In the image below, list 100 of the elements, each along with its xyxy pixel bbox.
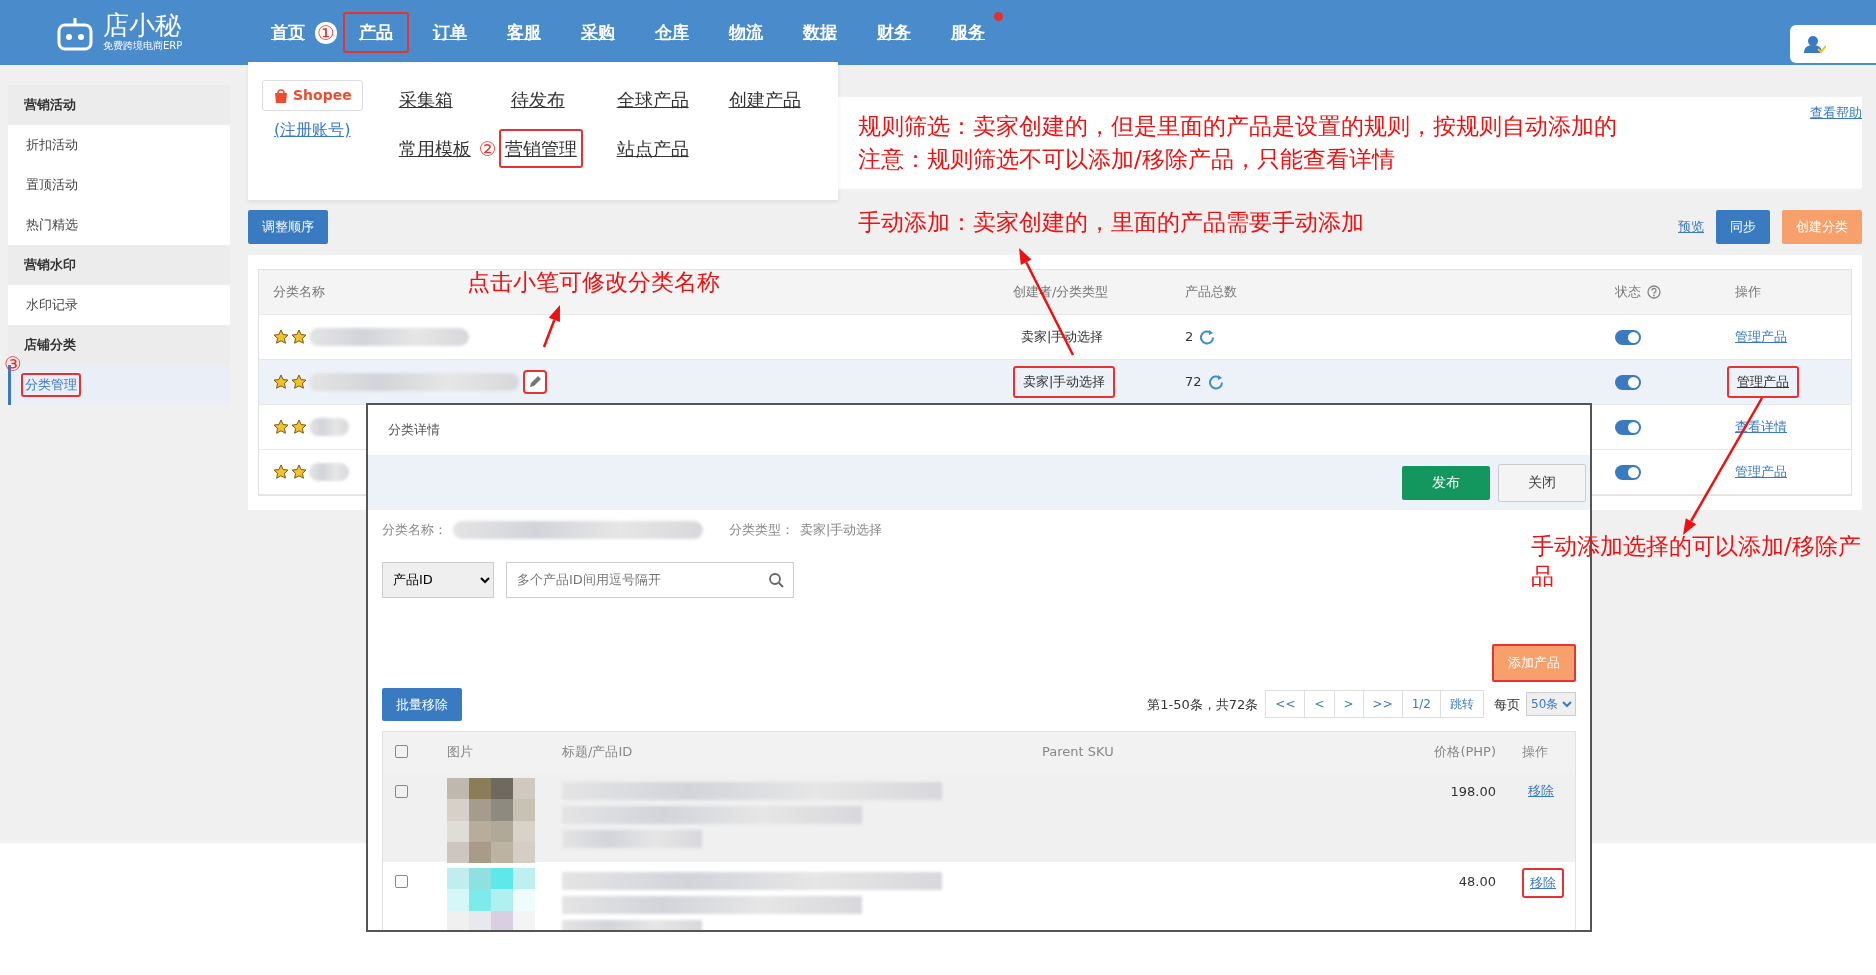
- reorder-button[interactable]: 调整顺序: [248, 210, 328, 244]
- publish-button[interactable]: 发布: [1402, 465, 1490, 500]
- star-icon: [291, 464, 307, 480]
- menu-item[interactable]: 站点产品: [610, 129, 695, 168]
- pagination-button[interactable]: 1/2: [1401, 690, 1441, 719]
- remove-link[interactable]: 移除: [1522, 778, 1560, 804]
- star-icon: [291, 374, 307, 390]
- help-link[interactable]: 查看帮助: [1810, 103, 1862, 123]
- user-icon: [1804, 34, 1826, 53]
- menu-item[interactable]: 全球产品: [610, 80, 695, 119]
- menu-item[interactable]: 营销管理: [498, 129, 583, 168]
- star-icon: [291, 329, 307, 345]
- select-all-checkbox[interactable]: [395, 745, 408, 758]
- pagination-button[interactable]: 跳转: [1440, 690, 1484, 719]
- dialog-title: 分类详情: [387, 421, 441, 440]
- sync-button[interactable]: 同步: [1716, 210, 1770, 244]
- column-header: Parent SKU: [1042, 743, 1114, 761]
- toggle-switch[interactable]: [1615, 419, 1641, 435]
- action-link[interactable]: 管理产品: [1727, 458, 1795, 486]
- refresh-icon[interactable]: [1207, 374, 1224, 390]
- logo-subtitle: 免费跨境电商ERP: [103, 39, 183, 53]
- annotation-arrow: [542, 305, 560, 348]
- pencil-icon[interactable]: [523, 370, 547, 394]
- field-label: 分类类型：: [729, 521, 794, 539]
- menu-item[interactable]: 采集箱: [392, 80, 459, 119]
- column-header: 价格(PHP): [1434, 743, 1496, 761]
- toggle-switch[interactable]: [1615, 329, 1641, 345]
- column-header: 状态: [1615, 283, 1641, 302]
- batch-remove-button[interactable]: 批量移除: [382, 687, 462, 721]
- pagination-button[interactable]: <<: [1265, 690, 1306, 719]
- star-icon: [273, 419, 289, 435]
- column-header: 产品总数: [1185, 283, 1237, 302]
- row-checkbox[interactable]: [395, 785, 408, 798]
- column-header: 分类名称: [273, 283, 325, 302]
- category-type: 卖家|手动选择: [800, 521, 883, 539]
- price: 48.00: [1458, 873, 1496, 891]
- close-button[interactable]: 关闭: [1498, 463, 1586, 502]
- search-field[interactable]: 多个产品ID间用逗号隔开: [506, 561, 794, 598]
- nav-link[interactable]: 采购: [564, 11, 631, 54]
- pagination-button[interactable]: >>: [1362, 690, 1403, 719]
- star-icon: [291, 419, 307, 435]
- column-header: 标题/产品ID: [562, 743, 633, 761]
- pagination-button[interactable]: <: [1304, 690, 1335, 719]
- search-icon[interactable]: [769, 572, 784, 588]
- nav-link[interactable]: 服务: [934, 11, 1001, 54]
- logo-title: 店小秘: [103, 12, 182, 38]
- nav-link[interactable]: 数据: [786, 11, 853, 54]
- star-icon: [273, 374, 289, 390]
- shopee-button[interactable]: Shopee: [262, 80, 363, 111]
- annotation-text: 手动添加：卖家创建的，里面的产品需要手动添加: [858, 208, 1364, 237]
- sidebar-item[interactable]: 置顶活动: [8, 165, 230, 205]
- menu-item[interactable]: 待发布: [504, 80, 571, 119]
- register-link[interactable]: (注册账号): [274, 117, 351, 142]
- nav-link[interactable]: 产品: [342, 11, 409, 54]
- product-count: 2: [1185, 328, 1194, 347]
- sidebar-item[interactable]: 热门精选: [8, 205, 230, 245]
- step-marker: ②: [478, 137, 497, 160]
- price: 198.00: [1450, 783, 1496, 801]
- product-count: 72: [1185, 373, 1202, 392]
- menu-item[interactable]: 创建产品: [722, 80, 807, 119]
- nav-link[interactable]: 财务: [860, 11, 927, 54]
- sidebar-group-title: 营销水印: [8, 245, 230, 285]
- column-header: 操作: [1735, 283, 1761, 302]
- nav-link[interactable]: 物流: [712, 11, 779, 54]
- shopee-label: Shopee: [293, 86, 352, 105]
- menu-item[interactable]: 常用模板: [392, 129, 477, 168]
- row-checkbox[interactable]: [395, 875, 408, 888]
- action-link[interactable]: 管理产品: [1727, 366, 1799, 398]
- pagination-summary: 第1-50条，共72条: [1147, 695, 1259, 714]
- blurred-name: [309, 463, 349, 481]
- column-header: 图片: [447, 743, 473, 761]
- per-page-select[interactable]: 50条: [1526, 692, 1576, 717]
- action-link[interactable]: 管理产品: [1727, 323, 1795, 351]
- nav-link[interactable]: 客服: [490, 11, 557, 54]
- sidebar-item[interactable]: 折扣活动: [8, 125, 230, 165]
- pagination-button[interactable]: >: [1333, 690, 1364, 719]
- sidebar-item[interactable]: 水印记录: [8, 285, 230, 325]
- sidebar-group-title: 营销活动: [8, 85, 230, 125]
- star-icon: [273, 329, 289, 345]
- help-icon: [1647, 285, 1661, 299]
- search-type-select[interactable]: 产品ID: [382, 561, 494, 598]
- field-label: 分类名称：: [382, 521, 447, 539]
- category-type: 卖家|手动选择: [1013, 366, 1116, 398]
- preview-link[interactable]: 预览: [1678, 217, 1704, 237]
- notification-dot: [993, 11, 1003, 21]
- nav-link[interactable]: 订单: [416, 11, 483, 54]
- refresh-icon[interactable]: [1199, 329, 1216, 345]
- step-marker: ①: [315, 21, 337, 44]
- column-header: 操作: [1522, 743, 1548, 761]
- shopping-bag-icon: [273, 87, 289, 104]
- user-menu[interactable]: [1790, 24, 1876, 63]
- blurred-name: [309, 418, 349, 436]
- toggle-switch[interactable]: [1615, 464, 1641, 480]
- nav-link[interactable]: 仓库: [638, 11, 705, 54]
- star-icon: [273, 464, 289, 480]
- annotation-text: 注意：规则筛选不可以添加/移除产品，只能查看详情: [858, 145, 1395, 174]
- annotation-text: 规则筛选：卖家创建的，但是里面的产品是设置的规则，按规则自动添加的: [858, 112, 1617, 141]
- annotation-text: 点击小笔可修改分类名称: [467, 268, 720, 297]
- remove-link[interactable]: 移除: [1522, 868, 1564, 898]
- toggle-switch[interactable]: [1615, 374, 1641, 390]
